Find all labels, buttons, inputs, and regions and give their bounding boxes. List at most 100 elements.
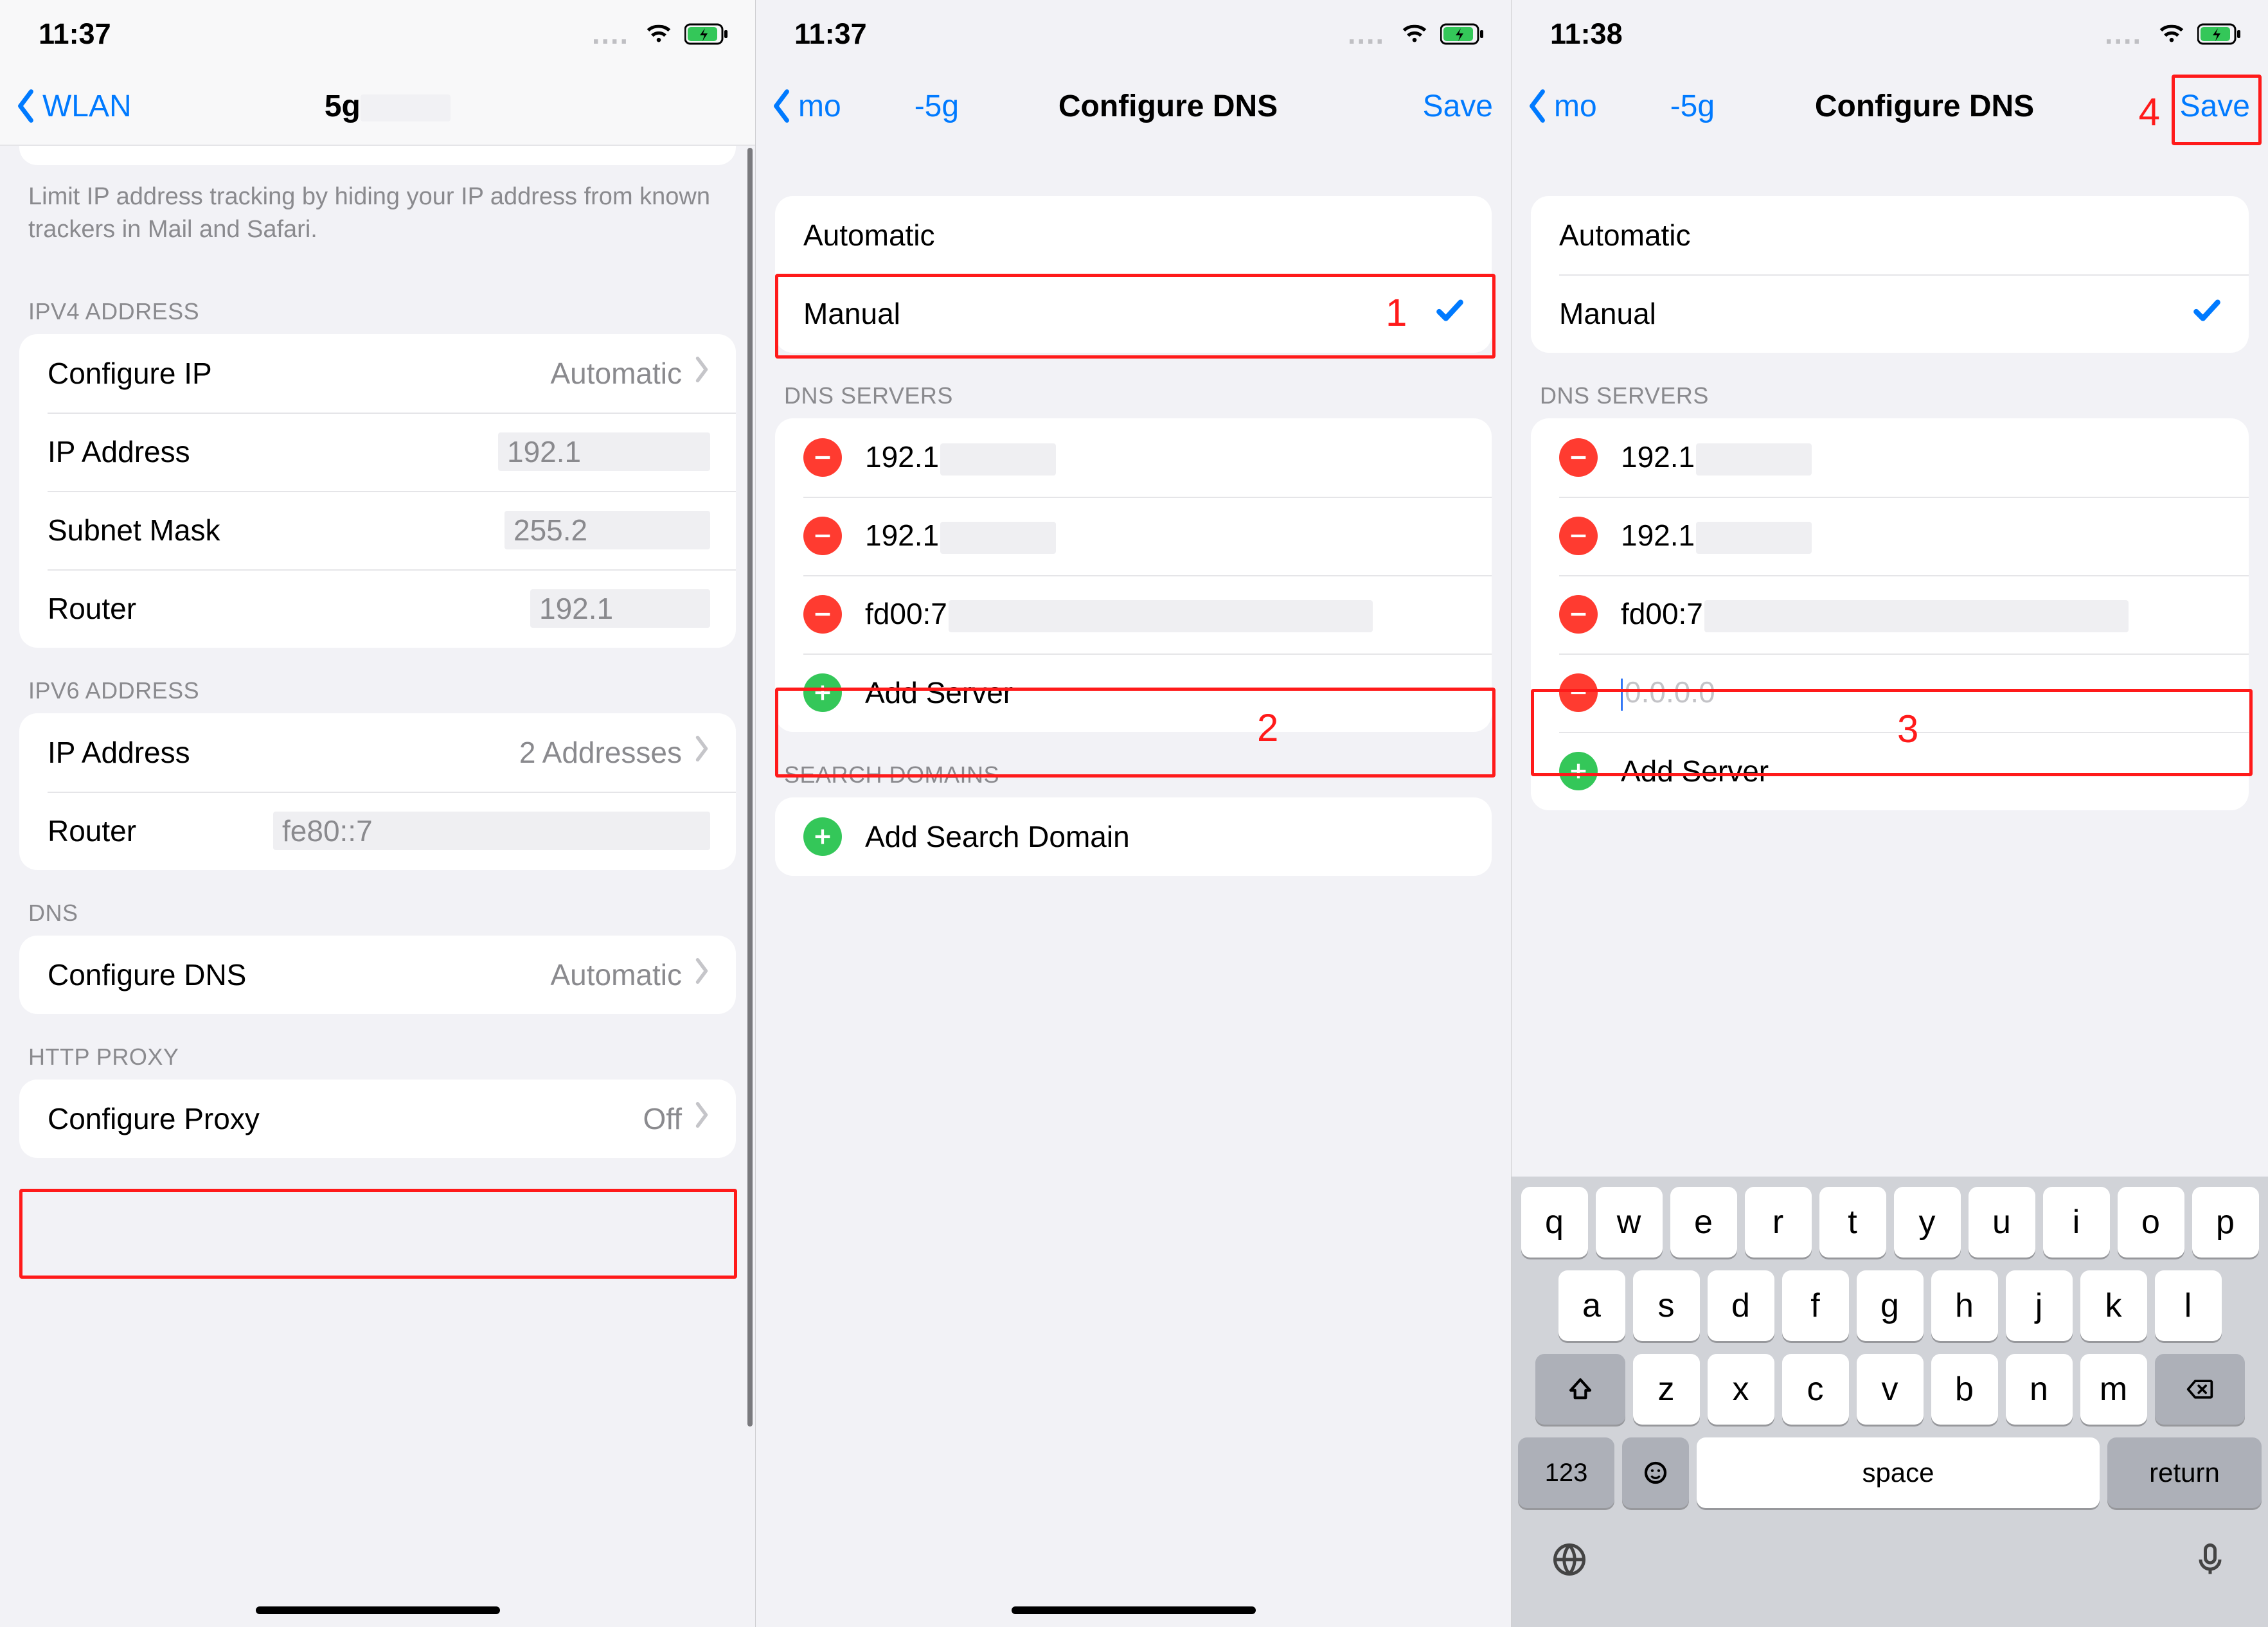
row-add-search-domain[interactable]: Add Search Domain — [775, 797, 1492, 876]
group-dns-servers: 192.1 192.1 fd00:7 Add Server — [775, 418, 1492, 732]
delete-icon[interactable] — [1559, 673, 1598, 712]
row-configure-dns[interactable]: Configure DNS Automatic — [19, 936, 736, 1014]
space-key[interactable]: space — [1697, 1437, 2100, 1508]
emoji-key[interactable] — [1622, 1437, 1689, 1508]
page-title: Configure DNS — [920, 89, 1416, 124]
key-o[interactable]: o — [2118, 1187, 2184, 1258]
key-u[interactable]: u — [1969, 1187, 2035, 1258]
key-x[interactable]: x — [1708, 1354, 1774, 1425]
key-t[interactable]: t — [1819, 1187, 1886, 1258]
row-configure-proxy[interactable]: Configure Proxy Off — [19, 1080, 736, 1158]
key-g[interactable]: g — [1857, 1270, 1924, 1341]
home-indicator[interactable] — [1012, 1606, 1256, 1614]
key-r[interactable]: r — [1745, 1187, 1812, 1258]
return-key[interactable]: return — [2107, 1437, 2262, 1508]
status-dots: .... — [592, 17, 629, 51]
delete-icon[interactable] — [1559, 595, 1598, 634]
row-ip-address: IP Address 192.1 — [19, 413, 736, 491]
key-c[interactable]: c — [1782, 1354, 1849, 1425]
row-manual[interactable]: Manual — [775, 274, 1492, 353]
row-automatic[interactable]: Automatic — [1531, 196, 2249, 274]
chevron-right-icon — [693, 1101, 710, 1136]
save-button[interactable]: Save — [2173, 89, 2250, 124]
key-i[interactable]: i — [2043, 1187, 2110, 1258]
shift-key[interactable] — [1535, 1354, 1625, 1425]
wifi-icon — [2157, 16, 2186, 51]
chevron-right-icon — [693, 957, 710, 992]
group-search-domains: Add Search Domain — [775, 797, 1492, 876]
key-z[interactable]: z — [1633, 1354, 1700, 1425]
dns-entry-new[interactable]: 0.0.0.0 — [1531, 653, 2249, 732]
dns-entry[interactable]: 192.1 — [775, 418, 1492, 497]
key-l[interactable]: l — [2155, 1270, 2222, 1341]
key-j[interactable]: j — [2006, 1270, 2073, 1341]
delete-icon[interactable] — [1559, 517, 1598, 555]
group-dns: Configure DNS Automatic — [19, 936, 736, 1014]
dns-entry[interactable]: 192.1 — [1531, 418, 2249, 497]
key-v[interactable]: v — [1857, 1354, 1924, 1425]
key-m[interactable]: m — [2080, 1354, 2147, 1425]
group-ipv4: Configure IP Automatic IP Address 192.1 … — [19, 334, 736, 648]
key-h[interactable]: h — [1931, 1270, 1998, 1341]
key-n[interactable]: n — [2006, 1354, 2073, 1425]
row-subnet-mask: Subnet Mask 255.2 — [19, 491, 736, 569]
status-time: 11:38 — [1550, 17, 2105, 51]
row-add-server[interactable]: Add Server — [775, 653, 1492, 732]
dns-entry[interactable]: fd00:7 — [775, 575, 1492, 653]
dns-entry[interactable]: 192.1 — [775, 497, 1492, 575]
dns-input[interactable]: 0.0.0.0 — [1621, 675, 2223, 711]
group-proxy: Configure Proxy Off — [19, 1080, 736, 1158]
group-dns-mode: Automatic Manual — [1531, 196, 2249, 353]
nav-bar: mo -5g Configure DNS Save — [1512, 67, 2268, 145]
row-automatic[interactable]: Automatic — [775, 196, 1492, 274]
status-time: 11:37 — [39, 17, 592, 51]
group-ipv6: IP Address 2 Addresses Router fe80::7 — [19, 713, 736, 870]
status-time: 11:37 — [794, 17, 1348, 51]
back-button[interactable]: WLAN — [13, 88, 132, 124]
row-ipv6-router: Router fe80::7 — [19, 792, 736, 870]
backspace-key[interactable] — [2155, 1354, 2245, 1425]
key-d[interactable]: d — [1708, 1270, 1774, 1341]
key-q[interactable]: q — [1521, 1187, 1588, 1258]
mic-icon[interactable] — [2191, 1540, 2229, 1582]
add-icon[interactable] — [803, 817, 842, 856]
key-b[interactable]: b — [1931, 1354, 1998, 1425]
section-dns-servers: DNS SERVERS — [1512, 353, 2268, 418]
row-add-server[interactable]: Add Server — [1531, 732, 2249, 810]
key-e[interactable]: e — [1670, 1187, 1737, 1258]
delete-icon[interactable] — [1559, 438, 1598, 477]
numbers-key[interactable]: 123 — [1518, 1437, 1614, 1508]
dns-entry[interactable]: 192.1 — [1531, 497, 2249, 575]
delete-icon[interactable] — [803, 438, 842, 477]
wifi-icon — [1400, 16, 1429, 51]
globe-icon[interactable] — [1550, 1540, 1589, 1582]
annotation-box-dns — [19, 1189, 737, 1279]
panel-configure-dns-manual: 11:37 .... mo -5g Configure DNS Save Aut… — [756, 0, 1512, 1627]
home-indicator[interactable] — [256, 1606, 500, 1614]
save-button[interactable]: Save — [1416, 89, 1493, 124]
key-w[interactable]: w — [1596, 1187, 1663, 1258]
delete-icon[interactable] — [803, 595, 842, 634]
section-dns: DNS — [0, 870, 755, 936]
back-label: WLAN — [42, 89, 132, 124]
battery-icon — [1440, 22, 1485, 46]
key-p[interactable]: p — [2192, 1187, 2259, 1258]
dns-entry[interactable]: fd00:7 — [1531, 575, 2249, 653]
key-f[interactable]: f — [1782, 1270, 1849, 1341]
row-configure-ip[interactable]: Configure IP Automatic — [19, 334, 736, 413]
section-search-domains: SEARCH DOMAINS — [756, 732, 1511, 797]
page-title: Configure DNS — [1676, 89, 2173, 124]
group-dns-servers: 192.1 192.1 fd00:7 0.0.0.0 Add Server — [1531, 418, 2249, 810]
row-ipv6-address[interactable]: IP Address 2 Addresses — [19, 713, 736, 792]
add-icon[interactable] — [1559, 752, 1598, 790]
key-a[interactable]: a — [1558, 1270, 1625, 1341]
nav-bar: mo -5g Configure DNS Save — [756, 67, 1511, 145]
key-y[interactable]: y — [1894, 1187, 1961, 1258]
delete-icon[interactable] — [803, 517, 842, 555]
scrollbar[interactable] — [747, 148, 753, 1576]
add-icon[interactable] — [803, 673, 842, 712]
key-s[interactable]: s — [1633, 1270, 1700, 1341]
row-manual[interactable]: Manual — [1531, 274, 2249, 353]
key-k[interactable]: k — [2080, 1270, 2147, 1341]
page-title: 5g — [132, 89, 647, 124]
